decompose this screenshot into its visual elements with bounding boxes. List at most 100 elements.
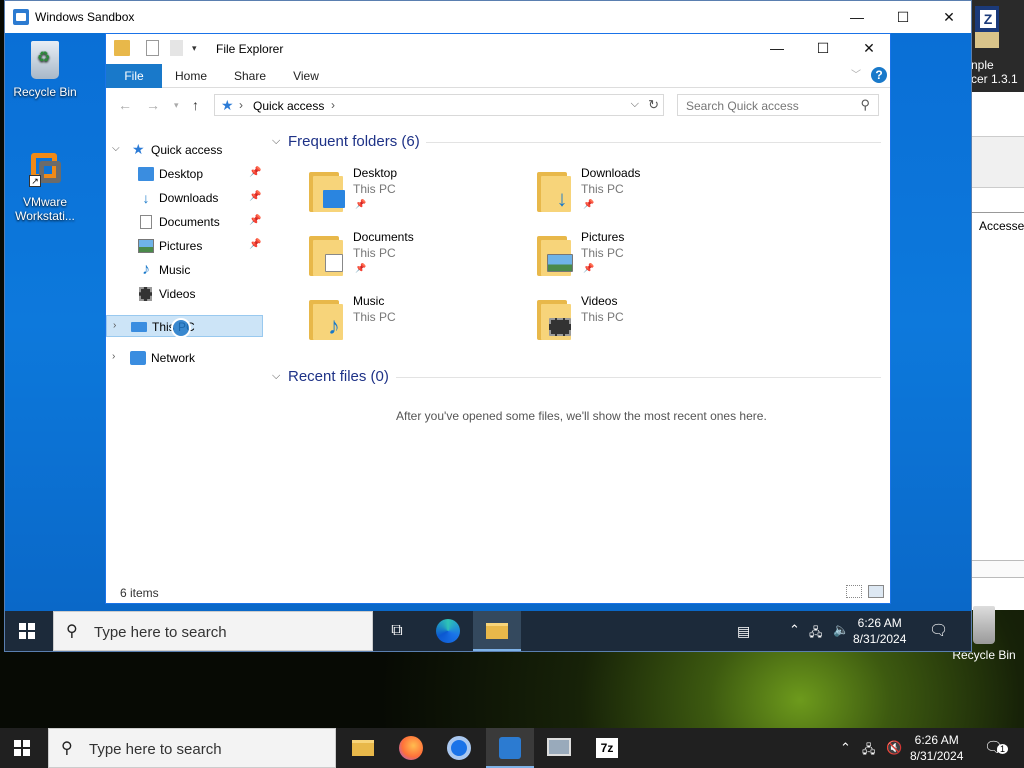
refresh-icon[interactable]: ↻ (648, 97, 659, 113)
notification-icon[interactable]: 🗨 (929, 621, 948, 639)
start-button[interactable] (5, 611, 53, 651)
host-taskbar-clock[interactable]: 6:26 AM 8/31/2024 (910, 732, 963, 764)
network-tray-icon[interactable]: 🖧 (809, 623, 822, 644)
chrome-button[interactable] (436, 728, 482, 768)
recent-locations-icon[interactable]: ▾ (174, 100, 179, 111)
sandbox-title-bar[interactable]: Windows Sandbox — ☐ ✕ (5, 1, 971, 33)
downloads-icon: ↓ (142, 190, 150, 206)
nav-item-desktop[interactable]: Desktop 📌 (106, 163, 264, 185)
tab-file[interactable]: File (106, 64, 162, 88)
nav-item-downloads[interactable]: ↓ Downloads 📌 (106, 187, 264, 209)
chevron-right-icon[interactable]: › (112, 351, 115, 362)
chevron-down-icon[interactable]: ⌵ (112, 143, 120, 154)
nav-item-label: Network (151, 351, 196, 365)
nav-item-documents[interactable]: Documents 📌 (106, 211, 264, 233)
remote-desktop-button[interactable] (536, 728, 582, 768)
firefox-button[interactable] (388, 728, 434, 768)
chevron-down-icon[interactable]: ⌵ (631, 98, 639, 111)
folder-tile-videos[interactable]: Videos This PC (537, 294, 737, 350)
host-window-band (971, 136, 1024, 188)
pin-icon: 📌 (249, 167, 262, 178)
windows-logo-icon (14, 740, 30, 756)
help-icon[interactable]: ? (871, 67, 887, 83)
forward-icon[interactable]: → (146, 97, 160, 113)
clock-time: 6:26 AM (914, 733, 959, 747)
desktop-icon-vmware[interactable]: ↗ VMware Workstati... (5, 151, 85, 223)
large-icons-view-icon[interactable] (868, 585, 884, 598)
address-bar[interactable]: ★ › Quick access › ⌵ ↻ (214, 94, 664, 116)
explorer-title-bar[interactable]: ▾ File Explorer — ☐ ✕ (106, 34, 890, 64)
news-icon[interactable]: ▤ (737, 623, 750, 640)
volume-muted-icon[interactable]: 🔇 (886, 740, 902, 756)
pin-icon: 📌 (249, 215, 262, 226)
tab-share[interactable]: Share (224, 64, 276, 88)
seven-zip-button[interactable]: 7z (584, 728, 630, 768)
chevron-right-icon[interactable]: › (331, 98, 335, 112)
explorer-close-button[interactable]: ✕ (846, 34, 892, 62)
nav-item-network[interactable]: › Network (106, 347, 264, 369)
up-icon[interactable]: ↑ (192, 97, 199, 113)
close-button[interactable]: ✕ (926, 1, 972, 33)
expand-ribbon-icon[interactable]: ﹀ (846, 64, 866, 88)
edge-taskbar-button[interactable] (423, 611, 473, 651)
nav-item-pictures[interactable]: Pictures 📌 (106, 235, 264, 257)
maximize-button[interactable]: ☐ (880, 1, 926, 33)
folder-tile-downloads[interactable]: ↓ Downloads This PC 📌 (537, 166, 737, 222)
folder-tile-music[interactable]: ♪ Music This PC (309, 294, 509, 350)
windows-sandbox-taskbar-button[interactable] (486, 728, 534, 768)
address-breadcrumb[interactable]: Quick access (253, 99, 324, 113)
tab-home[interactable]: Home (166, 64, 216, 88)
back-icon[interactable]: ← (118, 97, 132, 113)
nav-item-videos[interactable]: Videos (106, 283, 264, 305)
chevron-up-icon[interactable]: ⌃ (840, 740, 851, 756)
file-explorer-window: ▾ File Explorer — ☐ ✕ File Home Share Vi… (105, 33, 891, 604)
folder-tile-documents[interactable]: Documents This PC 📌 (309, 230, 509, 286)
host-taskbar-search[interactable]: ⚲ Type here to search (48, 728, 336, 768)
search-input[interactable]: Search Quick access ⚲ (677, 94, 879, 116)
folder-location: This PC (353, 246, 396, 260)
new-folder-icon[interactable] (170, 40, 183, 56)
folder-tile-desktop[interactable]: Desktop This PC 📌 (309, 166, 509, 222)
tab-view[interactable]: View (282, 64, 330, 88)
nav-item-label: Pictures (159, 239, 203, 253)
file-explorer-taskbar-button[interactable] (473, 611, 521, 651)
nav-item-this-pc[interactable]: › This PC (106, 315, 263, 338)
network-icon (130, 351, 146, 365)
explorer-maximize-button[interactable]: ☐ (800, 34, 846, 62)
pin-icon: 📌 (583, 199, 595, 209)
edge-icon (436, 619, 460, 643)
folder-icon (114, 40, 130, 56)
customize-toolbar-icon[interactable]: ▾ (192, 40, 208, 56)
taskbar-search[interactable]: ⚲ Type here to search (53, 611, 373, 651)
nav-item-quick-access[interactable]: ⌵ ★ Quick access (106, 139, 264, 161)
folder-icon (537, 300, 575, 340)
host-file-explorer-button[interactable] (340, 728, 386, 768)
chevron-down-icon: ⌵ (272, 370, 281, 382)
sandbox-icon (13, 9, 29, 25)
nav-item-music[interactable]: ♪ Music (106, 259, 264, 281)
folder-name: Videos (581, 294, 618, 308)
firefox-icon (399, 736, 423, 760)
details-view-icon[interactable] (846, 585, 862, 598)
desktop-icon-recycle-bin[interactable]: Recycle Bin (5, 41, 85, 99)
task-view-icon[interactable]: ⧉ (375, 611, 419, 651)
folder-icon (486, 623, 508, 639)
folder-tile-pictures[interactable]: Pictures This PC 📌 (537, 230, 737, 286)
minimize-button[interactable]: — (834, 1, 880, 33)
volume-icon[interactable]: 🔈 (833, 622, 849, 638)
notification-icon[interactable]: 🗨1 (984, 738, 1009, 756)
quick-access-star-icon: ★ (221, 97, 234, 113)
host-start-button[interactable] (0, 728, 48, 768)
properties-icon[interactable] (146, 40, 159, 56)
chevron-up-icon[interactable]: ⌃ (789, 622, 800, 638)
folder-location: This PC (581, 182, 624, 196)
accessed-column-header[interactable]: Accessed (979, 219, 1024, 233)
chevron-right-icon[interactable]: › (239, 98, 243, 112)
videos-icon (139, 287, 152, 301)
explorer-minimize-button[interactable]: — (754, 34, 800, 62)
chevron-right-icon[interactable]: › (113, 320, 116, 331)
app-icon[interactable]: Z (975, 6, 999, 48)
taskbar-clock[interactable]: 6:26 AM 8/31/2024 (853, 615, 906, 647)
network-tray-icon[interactable]: 🖧 (862, 740, 875, 761)
folder-name: Documents (353, 230, 414, 244)
